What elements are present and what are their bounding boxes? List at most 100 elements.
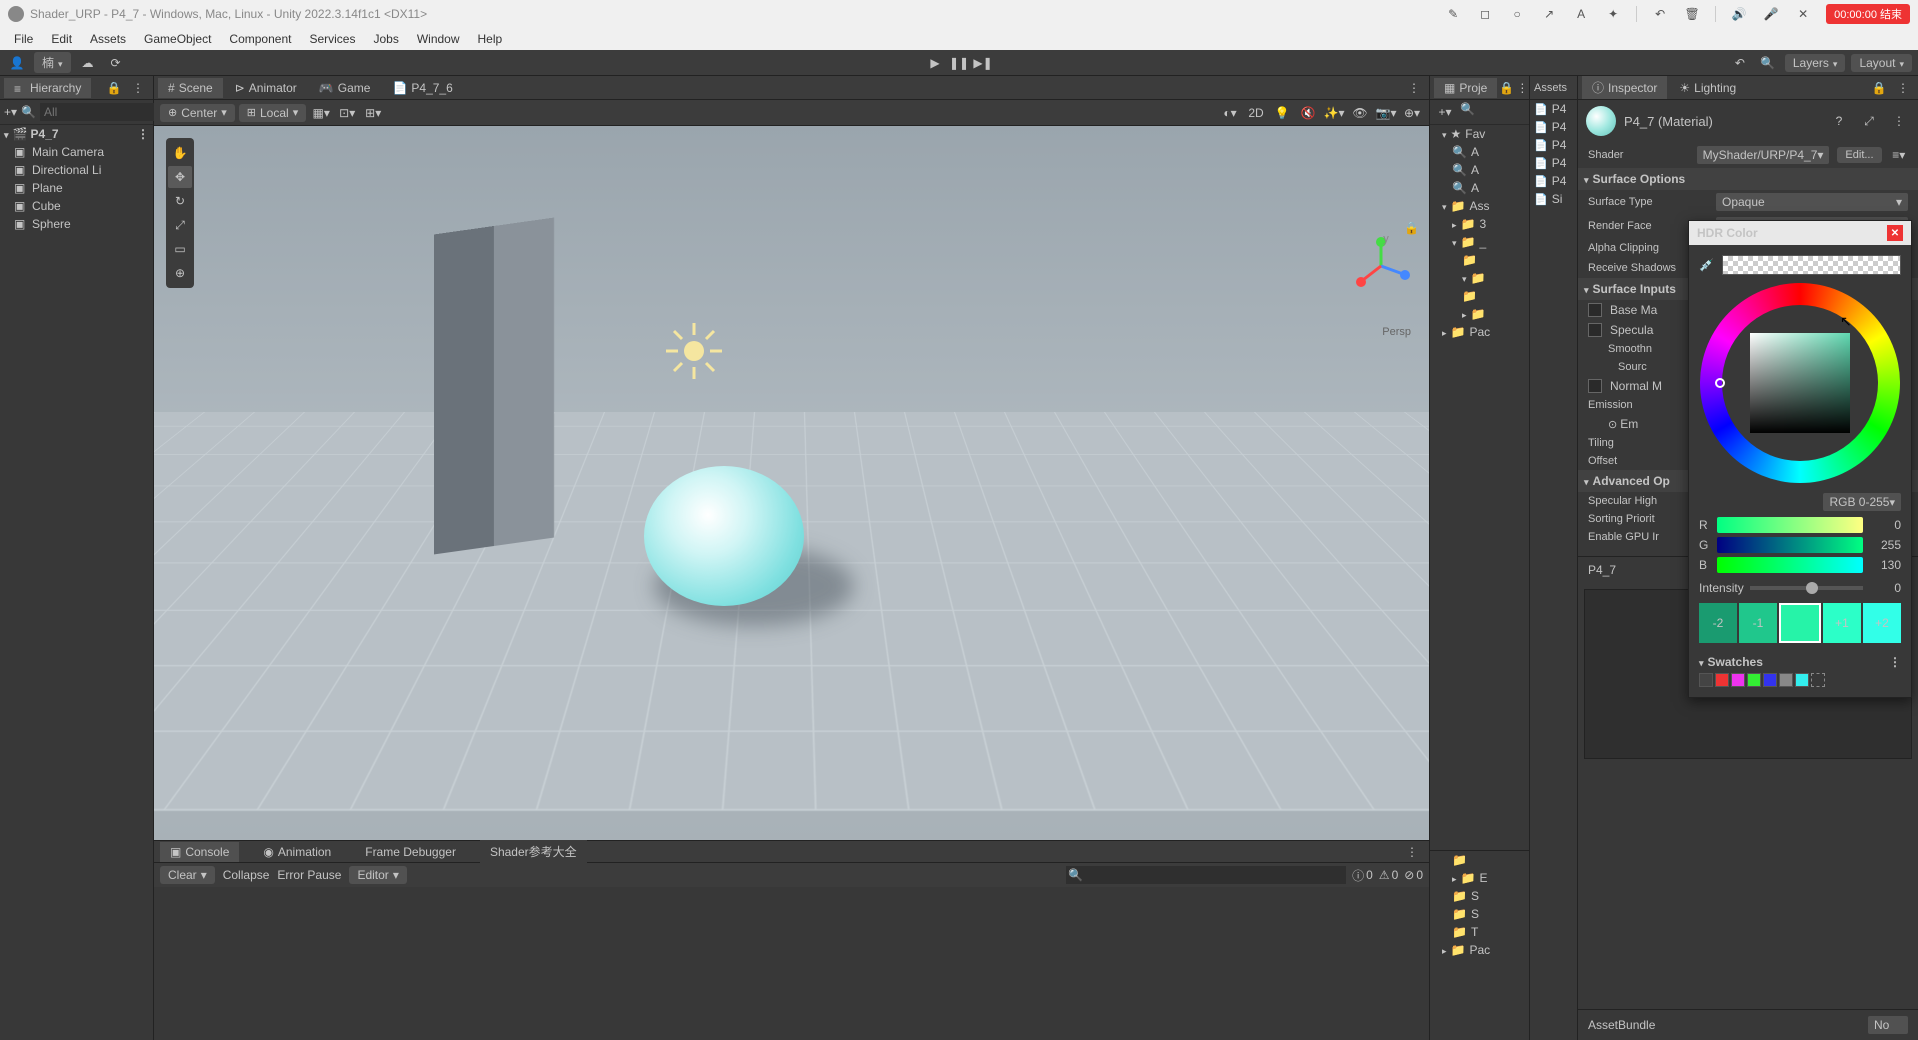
folder-item[interactable]: 📁 — [1430, 251, 1529, 269]
scene-viewport[interactable]: ✋ ✥ ↻ ⤢ ▭ ⊕ y Persp 🔒 — [154, 126, 1429, 840]
favorites-folder[interactable]: ★ Fav — [1430, 125, 1529, 143]
inspector-lock-icon[interactable]: 🔒 — [1868, 78, 1890, 98]
trash-icon[interactable]: 🗑 — [1683, 5, 1701, 23]
b-slider[interactable] — [1717, 557, 1863, 573]
color-mode-dropdown[interactable]: RGB 0-255 ▾ — [1823, 493, 1901, 511]
animation-tab[interactable]: ◉ Animation — [253, 842, 341, 862]
fav-item[interactable]: 🔍 A — [1430, 143, 1529, 161]
clear-button[interactable]: Clear ▾ — [160, 866, 215, 884]
assets-folder[interactable]: 📁 Ass — [1430, 197, 1529, 215]
surface-type-dropdown[interactable]: Opaque▾ — [1716, 193, 1908, 211]
scene-tab[interactable]: #Scene — [158, 78, 223, 98]
account-dropdown[interactable]: 楠 — [34, 52, 71, 73]
packages-folder[interactable]: 📁 Pac — [1430, 941, 1529, 959]
project-tab[interactable]: ▦ Proje — [1434, 78, 1497, 98]
draw-mode-icon[interactable]: ◐▾ — [1219, 103, 1241, 123]
console-search-input[interactable] — [1066, 866, 1346, 884]
project-add-button[interactable]: +▾ — [1434, 102, 1456, 122]
intensity-value[interactable]: 0 — [1869, 581, 1901, 595]
camera-settings-icon[interactable]: 📷▾ — [1375, 103, 1397, 123]
folder-item[interactable]: 📁 S — [1430, 905, 1529, 923]
hue-cursor[interactable] — [1715, 378, 1725, 388]
info-count[interactable]: ⓘ0 — [1352, 867, 1373, 884]
folder-item[interactable]: 📁 _ — [1430, 233, 1529, 251]
hierarchy-tab[interactable]: ≡ Hierarchy — [4, 78, 91, 98]
orientation-gizmo[interactable]: y — [1351, 236, 1411, 296]
pencil-icon[interactable]: ✎ — [1444, 5, 1462, 23]
color-wheel[interactable]: ↖ — [1700, 283, 1900, 483]
shader-settings-icon[interactable]: ≡▾ — [1890, 145, 1908, 165]
menu-file[interactable]: File — [6, 30, 41, 48]
asset-item[interactable]: 📄P4 — [1530, 118, 1577, 136]
asset-item[interactable]: 📄P4 — [1530, 154, 1577, 172]
hierarchy-item-cube[interactable]: ▣Cube — [0, 197, 153, 215]
color-preview-swatch[interactable] — [1722, 255, 1901, 275]
r-value[interactable]: 0 — [1869, 518, 1901, 532]
project-lock-icon[interactable]: 🔒 — [1499, 78, 1514, 98]
expand-icon[interactable]: ⤢ — [1858, 111, 1880, 131]
swatch[interactable] — [1795, 673, 1809, 687]
warn-count[interactable]: ⚠0 — [1379, 868, 1398, 882]
folder-item[interactable]: 📁 — [1430, 287, 1529, 305]
folder-item[interactable]: 📁 3 — [1430, 215, 1529, 233]
swatch[interactable] — [1699, 673, 1713, 687]
fav-item[interactable]: 🔍 A — [1430, 179, 1529, 197]
menu-edit[interactable]: Edit — [43, 30, 80, 48]
arrow-icon[interactable]: ↗ — [1540, 5, 1558, 23]
inspector-menu-icon[interactable]: ⋮ — [1892, 78, 1914, 98]
hierarchy-menu-icon[interactable]: ⋮ — [127, 78, 149, 98]
exp-minus2[interactable]: -2 — [1699, 603, 1737, 643]
pivot-dropdown[interactable]: ⊕Center▾ — [160, 104, 235, 122]
play-button[interactable]: ▶ — [924, 53, 946, 73]
rotate-tool[interactable]: ↻ — [168, 190, 192, 212]
eyedropper-icon[interactable]: 💉 — [1699, 258, 1714, 272]
fav-item[interactable]: 🔍 A — [1430, 161, 1529, 179]
error-count[interactable]: ⊘0 — [1404, 868, 1423, 882]
asset-tab[interactable]: 📄P4_7_6 — [382, 78, 462, 98]
rect-tool[interactable]: ▭ — [168, 238, 192, 260]
errorpause-button[interactable]: Error Pause — [277, 868, 341, 882]
speaker-icon[interactable]: 🔊 — [1730, 5, 1748, 23]
close-x-icon[interactable]: ✕ — [1794, 5, 1812, 23]
shaderref-tab[interactable]: Shader参考大全 — [480, 840, 587, 863]
folder-item[interactable]: 📁 — [1430, 851, 1529, 869]
grid-snap-icon[interactable]: ▦▾ — [310, 103, 332, 123]
asset-item[interactable]: 📄P4 — [1530, 100, 1577, 118]
packages-folder[interactable]: 📁 Pac — [1430, 323, 1529, 341]
swatches-menu-icon[interactable]: ⋮ — [1889, 655, 1901, 669]
hierarchy-lock-icon[interactable]: 🔒 — [103, 78, 125, 98]
lighting-tab[interactable]: ☀ Lighting — [1669, 78, 1746, 98]
lighting-toggle-icon[interactable]: 💡 — [1271, 103, 1293, 123]
perspective-label[interactable]: Persp — [1382, 326, 1411, 338]
shader-dropdown[interactable]: MyShader/URP/P4_7▾ — [1697, 146, 1830, 164]
menu-window[interactable]: Window — [409, 30, 468, 48]
game-tab[interactable]: 🎮Game — [309, 78, 381, 98]
2d-toggle[interactable]: 2D — [1245, 103, 1267, 123]
text-icon[interactable]: A — [1572, 5, 1590, 23]
b-value[interactable]: 130 — [1869, 558, 1901, 572]
wand-icon[interactable]: ✦ — [1604, 5, 1622, 23]
edit-shader-button[interactable]: Edit... — [1837, 147, 1881, 163]
account-icon[interactable]: 👤 — [6, 53, 28, 73]
menu-help[interactable]: Help — [470, 30, 511, 48]
inspector-tab[interactable]: ⓘ Inspector — [1582, 76, 1667, 99]
menu-gameobject[interactable]: GameObject — [136, 30, 219, 48]
hierarchy-item-plane[interactable]: ▣Plane — [0, 179, 153, 197]
search-toolbar-icon[interactable]: 🔍 — [1757, 53, 1779, 73]
swatch[interactable] — [1731, 673, 1745, 687]
hierarchy-item-sphere[interactable]: ▣Sphere — [0, 215, 153, 233]
menu-component[interactable]: Component — [221, 30, 299, 48]
r-slider[interactable] — [1717, 517, 1863, 533]
swatch[interactable] — [1779, 673, 1793, 687]
folder-item[interactable]: 📁 — [1430, 269, 1529, 287]
layout-dropdown[interactable]: Layout — [1851, 54, 1912, 72]
menu-assets[interactable]: Assets — [82, 30, 134, 48]
menu-services[interactable]: Services — [301, 30, 363, 48]
specular-slot[interactable] — [1588, 323, 1602, 337]
transform-tool[interactable]: ⊕ — [168, 262, 192, 284]
exp-plus1[interactable]: +1 — [1823, 603, 1861, 643]
undo-toolbar-icon[interactable]: ↶ — [1729, 53, 1751, 73]
intensity-slider[interactable] — [1750, 586, 1863, 590]
asset-item[interactable]: 📄Si — [1530, 190, 1577, 208]
layers-dropdown[interactable]: Layers — [1785, 54, 1846, 72]
